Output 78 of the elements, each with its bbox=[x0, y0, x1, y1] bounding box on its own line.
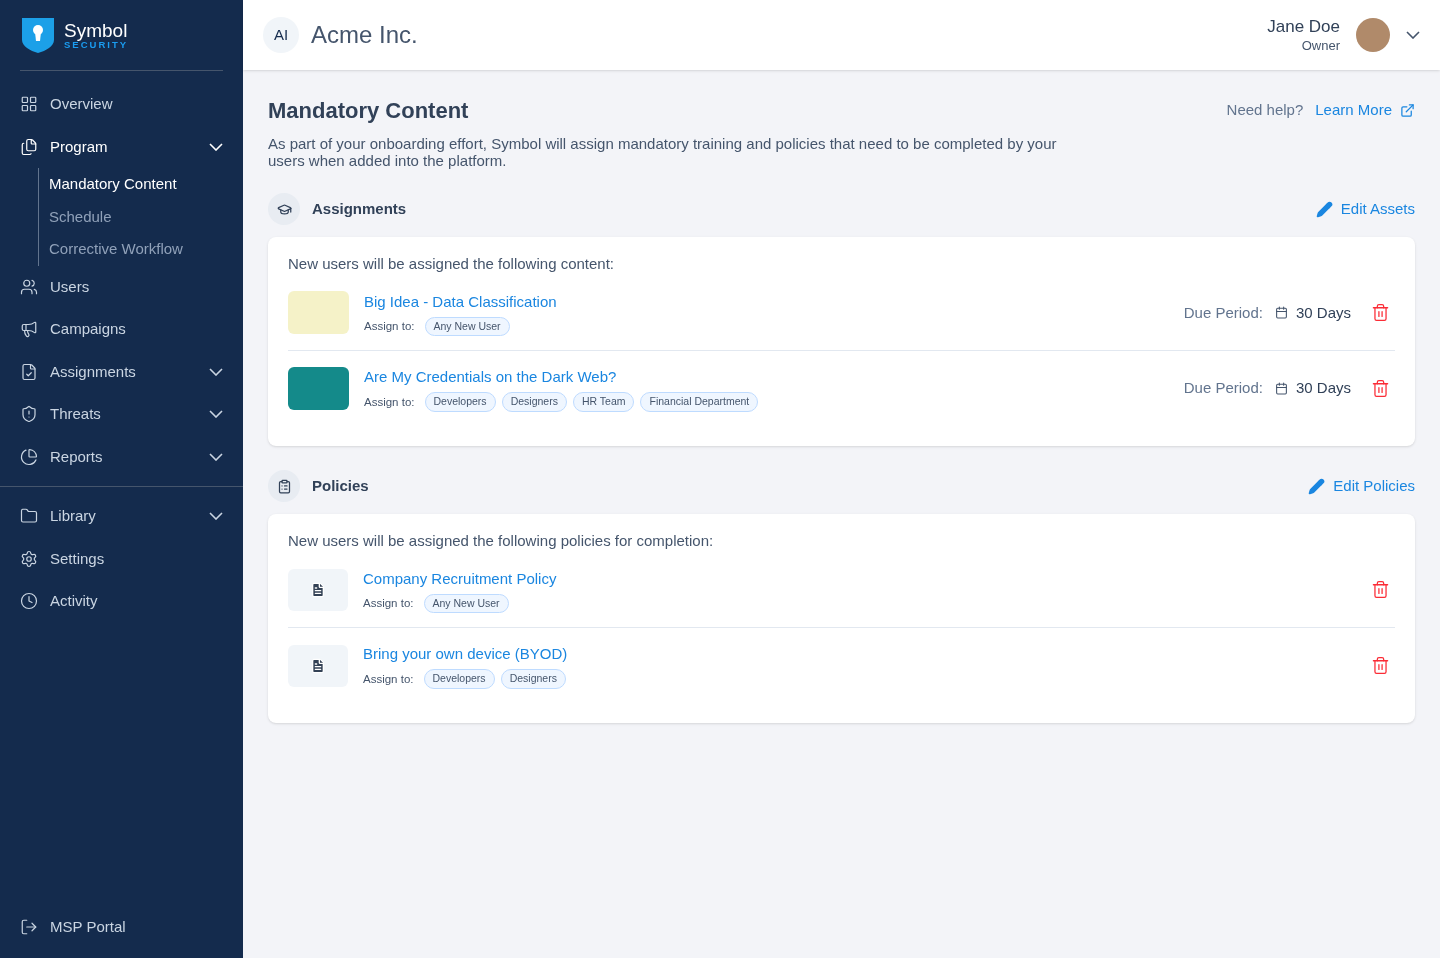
users-icon bbox=[20, 277, 38, 296]
shield-keyhole-logo-icon bbox=[20, 16, 56, 54]
logout-icon bbox=[20, 917, 38, 936]
user-name: Jane Doe bbox=[1267, 16, 1340, 38]
delete-button[interactable] bbox=[1371, 303, 1390, 323]
pie-chart-icon bbox=[20, 447, 38, 466]
tag: Designers bbox=[501, 392, 567, 412]
content-title-link[interactable]: Are My Credentials on the Dark Web? bbox=[364, 368, 617, 386]
shield-icon bbox=[20, 405, 38, 424]
org-name: Acme Inc. bbox=[311, 20, 419, 50]
page-description: As part of your onboarding effort, Symbol will assign mandatory training and policies that need to be completed by your users when added into the platform. bbox=[268, 135, 1058, 169]
megaphone-icon bbox=[20, 320, 38, 339]
settings-icon bbox=[20, 549, 38, 568]
nav-item[interactable]: Program bbox=[0, 125, 243, 168]
delete-button[interactable] bbox=[1371, 656, 1390, 676]
due-label: Due Period: bbox=[1183, 378, 1263, 399]
nav-subitem[interactable]: Schedule bbox=[49, 200, 243, 233]
calendar-icon bbox=[1274, 306, 1288, 320]
illustration-placeholder bbox=[288, 291, 349, 335]
chevron-icon[interactable] bbox=[1406, 31, 1420, 39]
nav-item[interactable]: Settings bbox=[0, 537, 243, 580]
illustration-placeholder bbox=[288, 367, 349, 411]
edit-link[interactable]: Edit Policies bbox=[1308, 474, 1415, 498]
document-icon bbox=[310, 657, 326, 674]
msp-portal-link[interactable]: MSP Portal bbox=[0, 915, 243, 958]
delete-button[interactable] bbox=[1371, 580, 1390, 600]
folder-icon bbox=[20, 507, 38, 526]
card-intro: New users will be assigned the following content: bbox=[288, 254, 615, 274]
assign-label: Assign to: bbox=[364, 318, 415, 334]
file-check-icon bbox=[20, 362, 38, 381]
nav-item[interactable]: Assignments bbox=[0, 350, 243, 393]
content-title-link[interactable]: Company Recruitment Policy bbox=[363, 569, 557, 587]
assign-label: Assign to: bbox=[363, 595, 414, 611]
avatar[interactable] bbox=[1356, 18, 1390, 52]
documents-icon bbox=[20, 137, 38, 156]
tag: Developers bbox=[424, 392, 496, 412]
content-title-link[interactable]: Big Idea - Data Classification bbox=[364, 292, 557, 310]
nav-item[interactable]: Overview bbox=[0, 83, 243, 126]
section-title: Assignments bbox=[312, 198, 408, 219]
assign-label: Assign to: bbox=[364, 394, 415, 410]
due-value: 30 Days bbox=[1295, 378, 1351, 399]
document-icon bbox=[310, 581, 326, 598]
tag: Any New User bbox=[424, 316, 510, 337]
external-link-icon bbox=[1400, 103, 1415, 118]
tag: HR Team bbox=[572, 392, 635, 412]
content-title-link[interactable]: Bring your own device (BYOD) bbox=[363, 645, 568, 663]
page-title: Mandatory Content bbox=[268, 97, 470, 125]
brand-name: Symbol bbox=[64, 20, 129, 40]
graduation-cap-icon bbox=[276, 201, 292, 217]
nav-item[interactable]: Reports bbox=[0, 435, 243, 478]
due-value: 30 Days bbox=[1295, 302, 1351, 323]
pencil-icon bbox=[1308, 477, 1326, 495]
help-text: Need help? bbox=[1226, 100, 1304, 121]
pencil-icon bbox=[1315, 200, 1333, 218]
delete-button[interactable] bbox=[1371, 379, 1390, 399]
tag: Developers bbox=[423, 669, 495, 689]
org-initials: AI bbox=[263, 17, 299, 53]
user-role: Owner bbox=[1301, 37, 1340, 54]
grid-icon bbox=[20, 95, 38, 114]
card-intro: New users will be assigned the following policies for completion: bbox=[288, 531, 715, 551]
calendar-icon bbox=[1274, 382, 1288, 396]
nav-subitem[interactable]: Corrective Workflow bbox=[49, 233, 243, 266]
nav-item[interactable]: Campaigns bbox=[0, 308, 243, 351]
section-title: Policies bbox=[312, 475, 370, 496]
edit-link[interactable]: Edit Assets bbox=[1315, 197, 1415, 221]
nav-item[interactable]: Users bbox=[0, 265, 243, 308]
nav-item[interactable]: Library bbox=[0, 495, 243, 538]
nav-subitem[interactable]: Mandatory Content bbox=[49, 168, 243, 201]
nav-item[interactable]: Activity bbox=[0, 580, 243, 623]
assign-label: Assign to: bbox=[363, 671, 414, 687]
tag: Designers bbox=[500, 669, 566, 689]
clock-icon bbox=[20, 592, 38, 611]
tag: Financial Department bbox=[640, 392, 759, 412]
due-label: Due Period: bbox=[1183, 302, 1263, 323]
tag: Any New User bbox=[423, 593, 509, 614]
clipboard-icon bbox=[276, 478, 292, 494]
learn-more-link[interactable]: Learn More bbox=[1315, 99, 1415, 122]
nav-item[interactable]: Threats bbox=[0, 393, 243, 436]
